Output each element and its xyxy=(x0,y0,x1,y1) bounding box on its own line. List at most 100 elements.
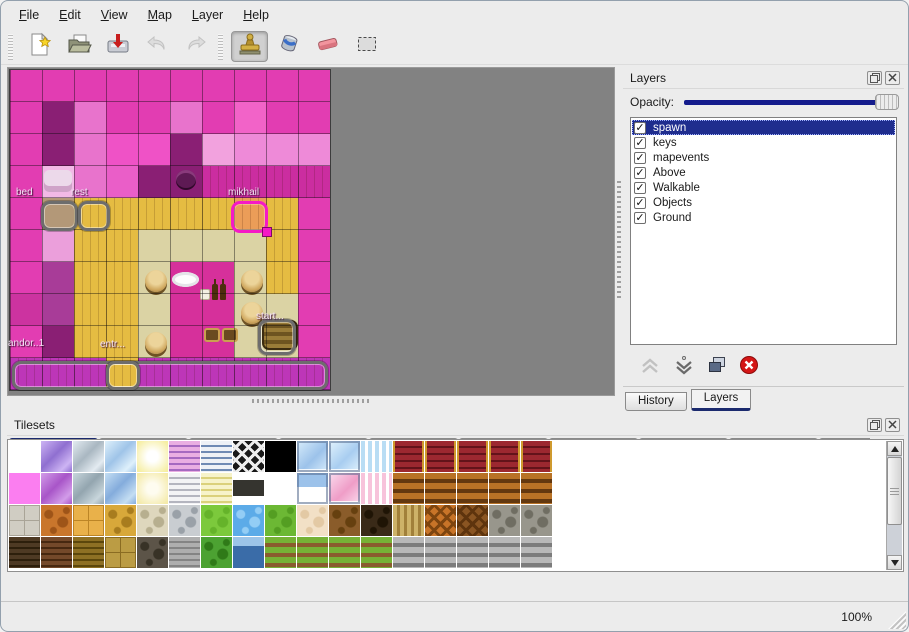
map-tile[interactable] xyxy=(298,294,330,326)
layer-row-mapevents[interactable]: ✓mapevents xyxy=(632,150,895,165)
horizontal-splitter[interactable] xyxy=(7,397,615,405)
map-tile[interactable] xyxy=(138,102,170,134)
map-tile[interactable] xyxy=(266,198,298,230)
tileset-tile[interactable] xyxy=(297,505,328,536)
tileset-tile[interactable] xyxy=(297,441,328,472)
tileset-tile[interactable] xyxy=(137,537,168,568)
tileset-tile[interactable] xyxy=(361,537,392,568)
tileset-tile[interactable] xyxy=(201,537,232,568)
map-tile[interactable] xyxy=(42,134,74,166)
tileset-tile[interactable] xyxy=(169,505,200,536)
tileset-tile[interactable] xyxy=(73,473,104,504)
tileset-tile[interactable] xyxy=(201,473,232,504)
tileset-tile[interactable] xyxy=(361,441,392,472)
map-tile[interactable] xyxy=(106,134,138,166)
tileset-tile[interactable] xyxy=(233,537,264,568)
menu-help[interactable]: Help xyxy=(233,3,279,27)
opacity-slider[interactable] xyxy=(684,100,897,105)
map-tile[interactable] xyxy=(170,134,202,166)
map-object-andor1[interactable] xyxy=(12,361,328,390)
tileset-tile[interactable] xyxy=(233,441,264,472)
layer-row-Above[interactable]: ✓Above xyxy=(632,165,895,180)
map-tile[interactable] xyxy=(106,262,138,294)
rect-select-tool[interactable] xyxy=(348,31,385,62)
map-tile[interactable] xyxy=(10,102,42,134)
tileset-tile[interactable] xyxy=(41,441,72,472)
tileset-tile[interactable] xyxy=(9,505,40,536)
selection-handle[interactable] xyxy=(262,227,272,237)
float-panel-icon[interactable] xyxy=(867,418,882,432)
tileset-tile[interactable] xyxy=(41,505,72,536)
tileset-tile[interactable] xyxy=(9,473,40,504)
tileset-tile[interactable] xyxy=(169,441,200,472)
menu-layer[interactable]: Layer xyxy=(182,3,233,27)
tileset-tile[interactable] xyxy=(297,537,328,568)
tileset-tile[interactable] xyxy=(265,505,296,536)
redo-button[interactable] xyxy=(177,31,214,62)
map-tile[interactable] xyxy=(202,102,234,134)
duplicate-layer-button[interactable] xyxy=(707,356,727,379)
stamp-brush-tool[interactable] xyxy=(231,31,268,62)
tileset-tile[interactable] xyxy=(265,537,296,568)
map-tile[interactable] xyxy=(42,230,74,262)
tileset-tile[interactable] xyxy=(425,441,456,472)
tileset-tile[interactable] xyxy=(201,505,232,536)
map-tile[interactable] xyxy=(170,294,202,326)
map-tile[interactable] xyxy=(234,102,266,134)
tileset-tile[interactable] xyxy=(489,473,520,504)
map-tile[interactable] xyxy=(202,166,234,198)
map-tile[interactable] xyxy=(42,70,74,102)
map-tile[interactable] xyxy=(202,230,234,262)
tileset-tile[interactable] xyxy=(457,505,488,536)
map-tile[interactable] xyxy=(74,134,106,166)
menu-map[interactable]: Map xyxy=(138,3,182,27)
tileset-tile[interactable] xyxy=(329,441,360,472)
map-tile[interactable] xyxy=(10,230,42,262)
tileset-tile[interactable] xyxy=(265,473,296,504)
opacity-slider-handle[interactable] xyxy=(875,94,899,110)
map-tile[interactable] xyxy=(106,70,138,102)
tileset-tile[interactable] xyxy=(233,473,264,504)
map-object-start[interactable] xyxy=(258,319,296,355)
tileset-tile[interactable] xyxy=(105,537,136,568)
delete-layer-button[interactable] xyxy=(739,355,759,380)
tileset-tile[interactable] xyxy=(489,505,520,536)
map-tile[interactable] xyxy=(74,70,106,102)
map-tile[interactable] xyxy=(138,134,170,166)
resize-grip[interactable] xyxy=(888,611,906,629)
map-tile[interactable] xyxy=(298,230,330,262)
tileset-tile[interactable] xyxy=(393,441,424,472)
menu-file[interactable]: File xyxy=(9,3,49,27)
map-tile[interactable] xyxy=(266,70,298,102)
layer-visibility-checkbox[interactable]: ✓ xyxy=(634,137,646,149)
tileset-tile[interactable] xyxy=(361,505,392,536)
map-canvas[interactable]: bedrestmikhailstart...andor..1entr... xyxy=(9,69,331,391)
map-tile[interactable] xyxy=(74,166,106,198)
map-tile[interactable] xyxy=(74,294,106,326)
scroll-up-button[interactable] xyxy=(887,441,902,456)
map-tile[interactable] xyxy=(106,198,138,230)
layer-visibility-checkbox[interactable]: ✓ xyxy=(634,152,646,164)
tileset-vertical-scrollbar[interactable] xyxy=(886,441,902,570)
menu-edit[interactable]: Edit xyxy=(49,3,91,27)
vertical-splitter[interactable] xyxy=(615,67,623,411)
layer-visibility-checkbox[interactable]: ✓ xyxy=(634,167,646,179)
tileset-tile[interactable] xyxy=(41,537,72,568)
tileset-tile[interactable] xyxy=(73,441,104,472)
map-object-bed[interactable] xyxy=(41,201,78,231)
tileset-tile[interactable] xyxy=(9,537,40,568)
toolbar-grip[interactable] xyxy=(218,34,223,60)
layer-visibility-checkbox[interactable]: ✓ xyxy=(634,182,646,194)
map-object-rest[interactable] xyxy=(78,201,110,231)
tileset-tile[interactable] xyxy=(201,441,232,472)
tileset-tile[interactable] xyxy=(425,473,456,504)
map-tile[interactable] xyxy=(138,230,170,262)
layer-row-Ground[interactable]: ✓Ground xyxy=(632,210,895,225)
tileset-tile[interactable] xyxy=(105,441,136,472)
map-view[interactable]: bedrestmikhailstart...andor..1entr... xyxy=(7,67,615,396)
map-tile[interactable] xyxy=(10,326,42,358)
map-tile[interactable] xyxy=(266,262,298,294)
map-tile[interactable] xyxy=(170,230,202,262)
map-tile[interactable] xyxy=(170,70,202,102)
map-tile[interactable] xyxy=(106,230,138,262)
